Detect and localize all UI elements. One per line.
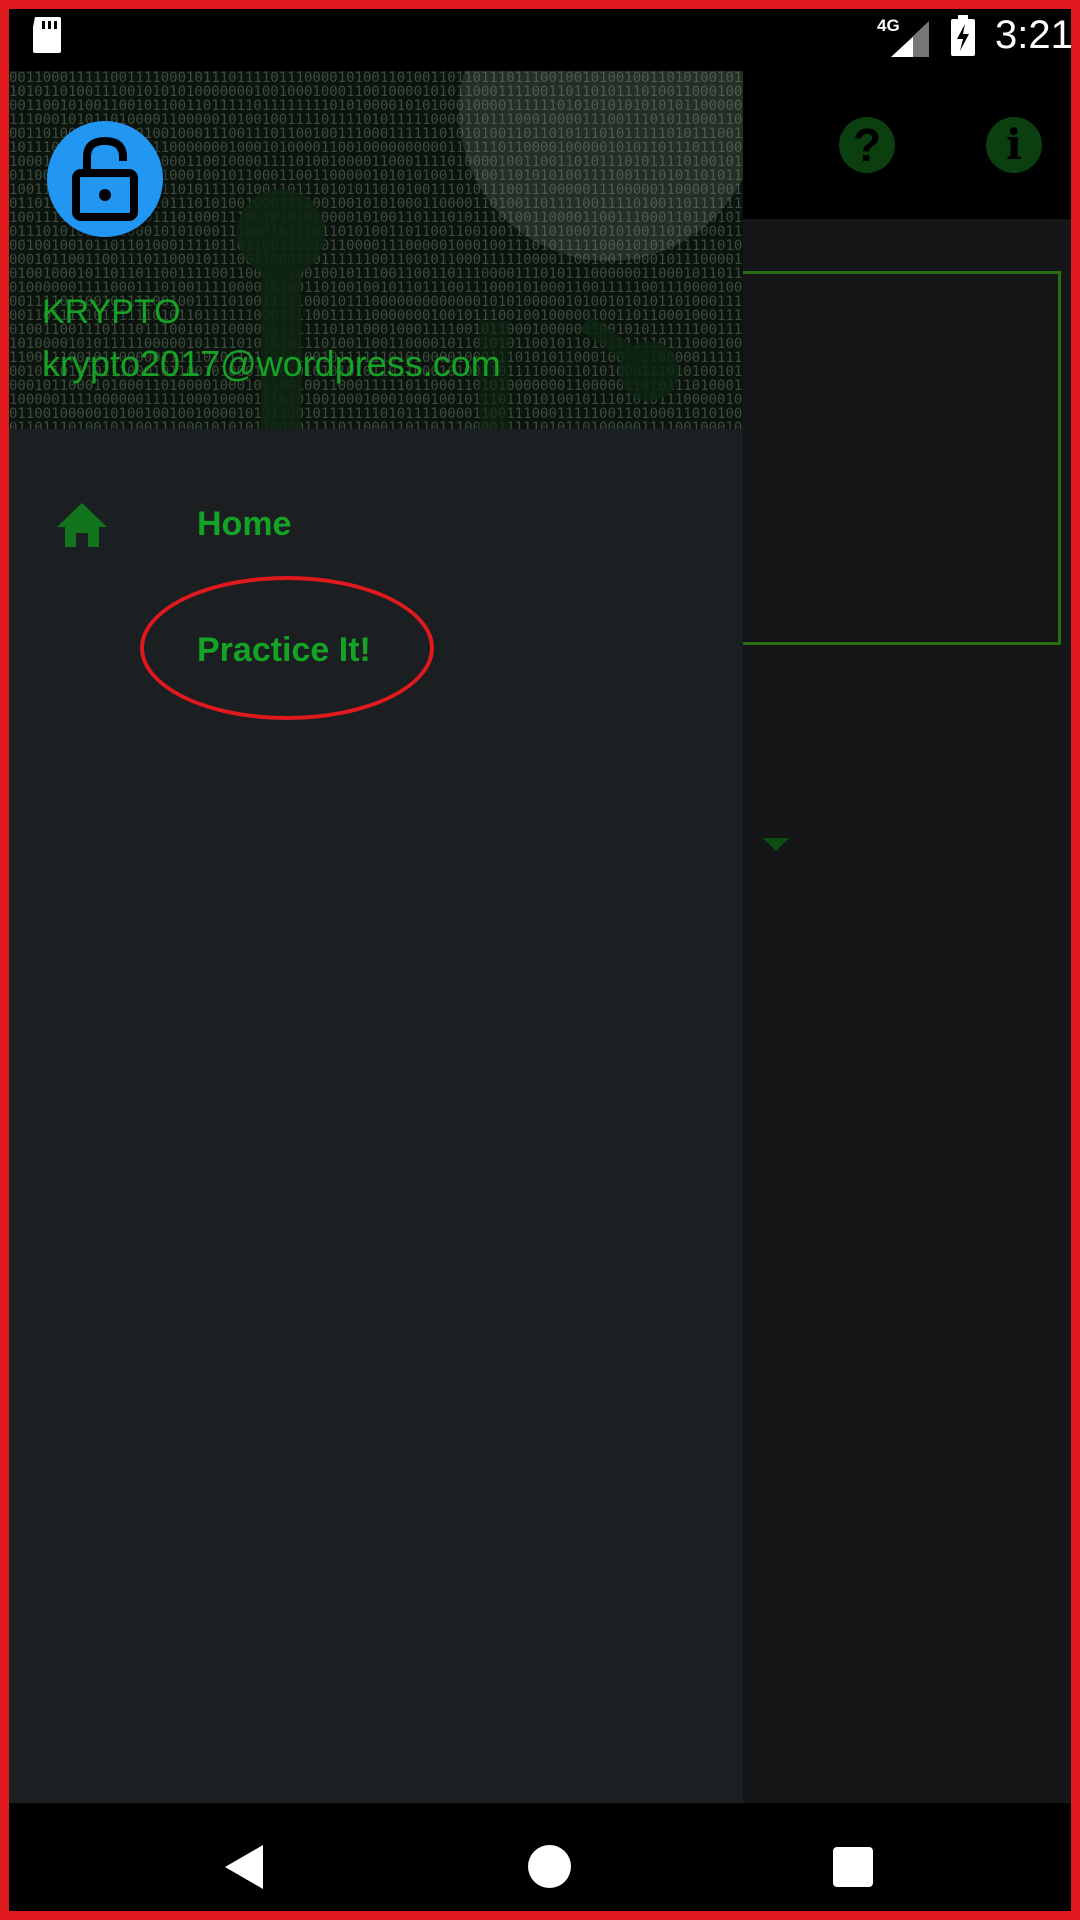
drawer-item-home[interactable]: Home	[9, 467, 743, 577]
navigation-drawer: 0011000111110011110001011101111011100001…	[9, 71, 743, 1803]
unlocked-padlock-icon	[72, 136, 138, 221]
drawer-header: 0011000111110011110001011101111011100001…	[9, 71, 743, 429]
battery-charging-icon	[951, 15, 975, 56]
highlight-annotation	[140, 576, 434, 720]
signal-icon	[891, 21, 929, 57]
status-clock: 3:21	[995, 13, 1073, 57]
back-icon[interactable]	[225, 1845, 263, 1889]
device-frame: 4G 3:21 ? i 0011000111110011110001011101…	[0, 0, 1080, 1920]
system-nav-bar	[9, 1803, 1071, 1911]
drawer-user-email: krypto2017@wordpress.com	[42, 343, 501, 384]
drawer-item-label: Home	[197, 505, 292, 543]
info-icon[interactable]: i	[986, 117, 1042, 173]
home-circle-icon[interactable]	[528, 1845, 571, 1888]
home-icon	[57, 503, 107, 547]
recents-icon[interactable]	[833, 1847, 873, 1887]
help-icon[interactable]: ?	[839, 117, 895, 173]
drawer-app-name: KRYPTO	[42, 293, 181, 331]
chevron-down-icon	[763, 838, 789, 851]
status-bar: 4G 3:21	[9, 9, 1071, 71]
avatar[interactable]	[47, 121, 163, 237]
sd-card-icon	[33, 17, 61, 53]
